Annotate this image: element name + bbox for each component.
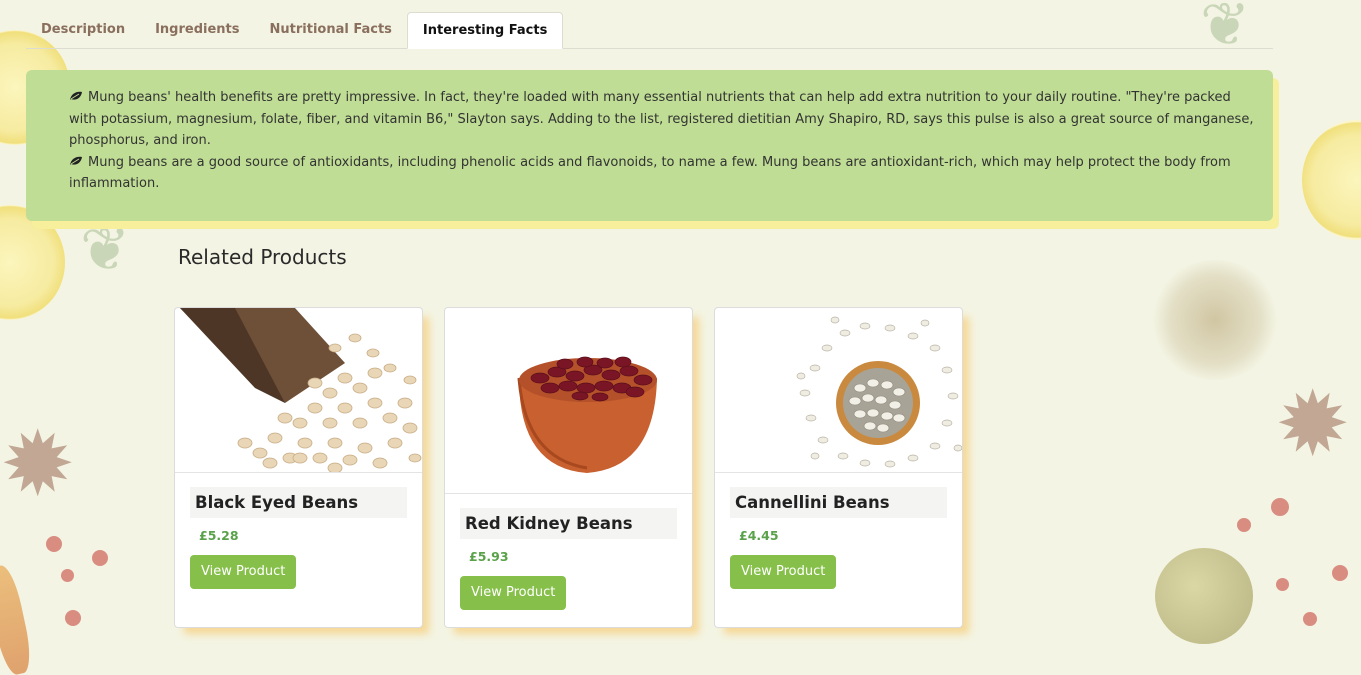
- interesting-facts-panel: Mung beans' health benefits are pretty i…: [26, 70, 1273, 221]
- leaf-icon: [70, 156, 82, 165]
- product-image: [715, 308, 962, 473]
- product-name: Cannellini Beans: [730, 487, 947, 518]
- product-name: Black Eyed Beans: [190, 487, 407, 518]
- star-anise-decoration: ✹: [0, 412, 76, 517]
- tab-interesting-facts[interactable]: Interesting Facts: [406, 12, 564, 49]
- tab-description[interactable]: Description: [26, 12, 140, 48]
- product-card: Red Kidney Beans £5.93 View Product: [444, 307, 693, 628]
- product-card: Cannellini Beans £4.45 View Product: [714, 307, 963, 628]
- product-name: Red Kidney Beans: [460, 508, 677, 539]
- view-product-button[interactable]: View Product: [460, 576, 567, 610]
- product-image: [175, 308, 422, 473]
- fact-item: Mung beans are a good source of antioxid…: [69, 152, 1257, 195]
- red-kidney-beans-image: [517, 356, 657, 473]
- peppercorn-decoration: [92, 550, 108, 566]
- view-product-button[interactable]: View Product: [190, 555, 297, 589]
- cannellini-beans-image: [796, 316, 962, 468]
- related-products-title: Related Products: [178, 245, 347, 269]
- product-card: Black Eyed Beans £5.28 View Product: [174, 307, 423, 628]
- peppercorn-decoration: [1303, 612, 1317, 626]
- chili-decoration: [0, 563, 36, 675]
- leaf-icon: [70, 91, 82, 100]
- herb-decoration: ❦: [80, 215, 131, 285]
- peppercorn-decoration: [61, 569, 74, 582]
- product-tabs: Description Ingredients Nutritional Fact…: [26, 12, 1273, 49]
- peppercorn-decoration: [65, 610, 81, 626]
- product-image: [445, 308, 692, 494]
- tab-ingredients[interactable]: Ingredients: [140, 12, 254, 48]
- peppercorn-decoration: [46, 536, 62, 552]
- product-price: £5.28: [199, 528, 239, 543]
- fact-item: Mung beans' health benefits are pretty i…: [69, 87, 1257, 152]
- tab-nutritional-facts[interactable]: Nutritional Facts: [255, 12, 407, 48]
- peppercorn-decoration: [1271, 498, 1289, 516]
- star-anise-decoration: ✹: [1275, 372, 1351, 477]
- lemon-slice-decoration: [0, 205, 65, 320]
- product-price: £4.45: [739, 528, 779, 543]
- product-price: £5.93: [469, 549, 509, 564]
- seeds-decoration: [1150, 260, 1280, 380]
- view-product-button[interactable]: View Product: [730, 555, 837, 589]
- lemon-slice-decoration: [1302, 120, 1361, 240]
- fact-text: Mung beans are a good source of antioxid…: [69, 154, 1231, 192]
- fruit-decoration: [1155, 548, 1253, 644]
- fact-text: Mung beans' health benefits are pretty i…: [69, 90, 1254, 148]
- peppercorn-decoration: [1237, 518, 1251, 532]
- peppercorn-decoration: [1332, 565, 1348, 581]
- black-eyed-beans-image: [180, 308, 422, 472]
- peppercorn-decoration: [1276, 578, 1289, 591]
